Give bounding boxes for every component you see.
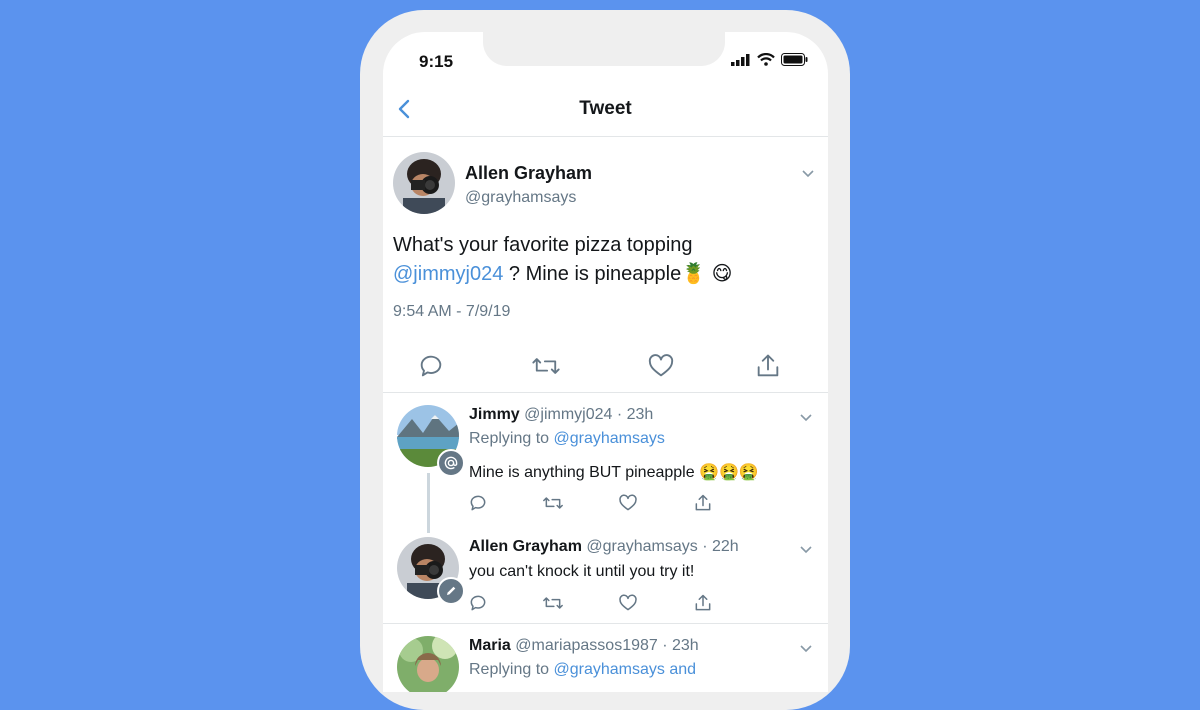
reply-author-name[interactable]: Allen Grayham [469, 538, 582, 555]
reply-text: Mine is anything BUT pineapple 🤮🤮🤮 [469, 464, 759, 481]
share-button[interactable] [640, 593, 765, 613]
chevron-down-icon[interactable] [798, 640, 814, 656]
thread-line [427, 473, 430, 533]
reply-item[interactable]: Maria @mariapassos1987 · 23h Replying to… [383, 624, 828, 692]
chevron-down-icon[interactable] [798, 541, 814, 557]
like-icon [618, 594, 637, 611]
retweet-icon [542, 497, 563, 509]
main-tweet: Allen Grayham @grayhamsays What's your f… [383, 137, 828, 393]
reply-header: Allen Grayham @grayhamsays · 22h [469, 538, 739, 556]
retweet-button[interactable] [490, 593, 615, 613]
reply-text: you can't knock it until you try it! [469, 563, 695, 580]
reply-button[interactable] [465, 593, 490, 613]
reply-item[interactable]: Allen Grayham @grayhamsays · 22h you can… [383, 533, 828, 623]
reply-meta: @grayhamsays · 22h [586, 538, 739, 555]
like-icon [648, 354, 673, 377]
reply-icon [470, 495, 485, 511]
share-button[interactable] [708, 352, 828, 380]
mention-link[interactable]: @jimmyj024 [393, 263, 503, 285]
navigation-bar: Tweet [383, 84, 828, 137]
share-icon [757, 354, 779, 377]
page-title: Tweet [579, 98, 632, 119]
signal-icon [731, 53, 750, 66]
retweet-icon [531, 358, 560, 374]
tweet-emoji: 🍍 😋 [681, 263, 733, 285]
replying-to-link[interactable]: @grayhamsays [554, 430, 665, 447]
tweet-text-line-1: What's your favorite pizza topping [393, 234, 693, 256]
reply-actions [465, 493, 765, 513]
reply-button[interactable] [465, 493, 490, 513]
reply-icon [470, 595, 485, 611]
chevron-down-icon[interactable] [798, 409, 814, 425]
reply-icon [420, 355, 441, 377]
replying-to: Replying to @grayhamsays [469, 430, 665, 448]
avatar[interactable] [397, 636, 459, 692]
status-icons [731, 53, 808, 66]
like-button[interactable] [613, 352, 708, 380]
status-time: 9:15 [419, 52, 454, 71]
reply-meta: @mariapassos1987 · 23h [515, 637, 699, 654]
like-button[interactable] [615, 493, 640, 513]
replying-to: Replying to @grayhamsays and [469, 661, 696, 679]
replying-to-link[interactable]: @grayhamsays and [554, 661, 697, 678]
tweet-text-rest: ? Mine is pineapple [503, 263, 682, 285]
reply-author-name[interactable]: Maria [469, 637, 511, 654]
like-icon [618, 494, 637, 511]
chevron-down-icon[interactable] [800, 165, 816, 181]
replying-to-label: Replying to [469, 661, 550, 678]
tweet-actions [383, 352, 828, 380]
reply-header: Maria @mariapassos1987 · 23h [469, 637, 699, 655]
share-icon [695, 494, 710, 511]
avatar[interactable] [393, 152, 455, 214]
reply-author-name[interactable]: Jimmy [469, 406, 520, 423]
wifi-icon [757, 53, 775, 66]
retweet-icon [542, 597, 563, 609]
reply-meta: @jimmyj024 · 23h [524, 406, 654, 423]
retweet-button[interactable] [490, 493, 615, 513]
author-handle[interactable]: @grayhamsays [465, 189, 576, 207]
like-button[interactable] [615, 593, 640, 613]
phone-notch [483, 32, 725, 66]
share-button[interactable] [640, 493, 765, 513]
tweet-timestamp: 9:54 AM - 7/9/19 [393, 303, 511, 320]
reply-actions [465, 593, 765, 613]
phone-screen: 9:15 Tweet Allen Grayham @grayhamsays Wh… [383, 32, 828, 692]
reply-item[interactable]: Jimmy @jimmyj024 · 23h Replying to @gray… [383, 393, 828, 533]
retweet-button[interactable] [478, 352, 613, 380]
replying-to-label: Replying to [469, 430, 550, 447]
pencil-badge-icon [437, 577, 465, 605]
reply-header: Jimmy @jimmyj024 · 23h [469, 406, 653, 424]
author-name[interactable]: Allen Grayham [465, 163, 592, 184]
share-icon [695, 594, 710, 611]
battery-icon [781, 53, 808, 66]
tweet-text-line-2: @jimmyj024 ? Mine is pineapple🍍 😋 [393, 260, 813, 289]
tweet-text: What's your favorite pizza topping @jimm… [393, 231, 813, 289]
reply-button[interactable] [383, 352, 478, 380]
mention-badge-icon [437, 449, 465, 477]
